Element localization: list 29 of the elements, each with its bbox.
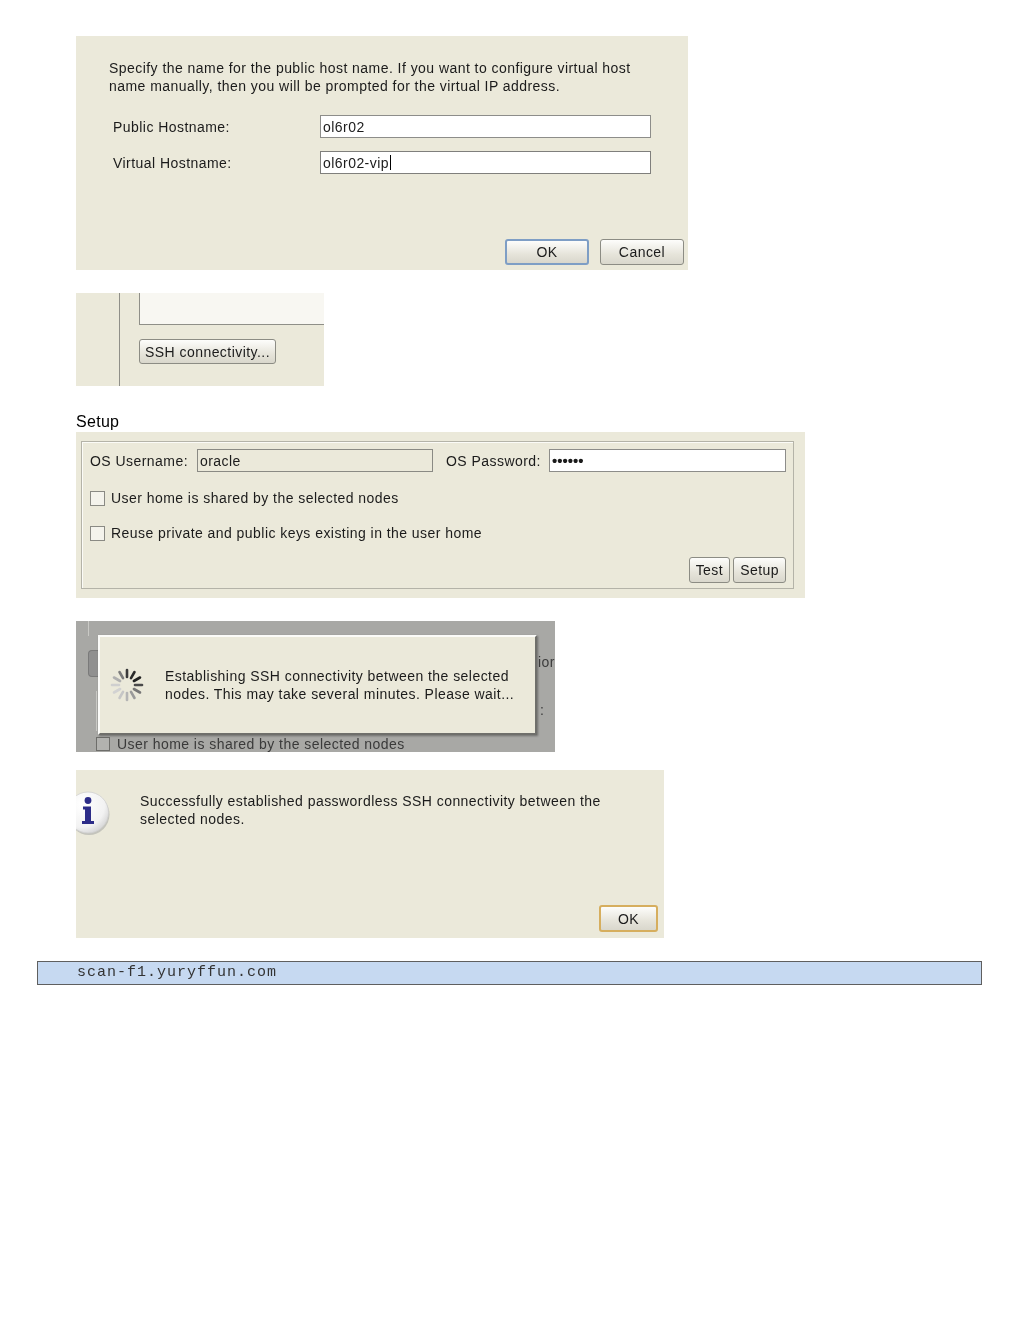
dialog-button[interactable]: Test — [688, 557, 731, 583]
dimmed-checkbox[interactable] — [96, 737, 110, 751]
dialog-message: Successfully established passwordless SSH connectivity between the selected nodes. — [140, 792, 602, 828]
spinner-icon — [109, 667, 145, 703]
ssh-connectivity-button[interactable]: SSH connectivity... — [139, 339, 276, 364]
dialog-button[interactable]: OK — [599, 905, 658, 932]
field-label: Public Hostname: — [113, 118, 231, 135]
text-cursor-icon — [390, 155, 391, 170]
field-label: OS Password: — [446, 452, 542, 469]
dialog-button[interactable]: Setup — [733, 557, 786, 583]
field-label: OS Username: — [90, 452, 189, 469]
info-icon — [76, 790, 112, 836]
password-field[interactable]: •••••• — [549, 449, 786, 472]
dialog-message: Establishing SSH connectivity between the selected nodes. This may take several minutes. Please wait... — [165, 667, 516, 703]
hostname-banner: scan-f1.yuryffun.com — [37, 961, 982, 985]
checkbox[interactable] — [90, 490, 105, 506]
checkbox[interactable] — [90, 525, 105, 541]
dialog-button[interactable]: Cancel — [600, 239, 684, 265]
text-field[interactable]: ol6r02-vip — [320, 151, 651, 174]
checkbox-label[interactable]: User home is shared by the selected nodes — [111, 490, 399, 506]
dimmed-checkbox-label: User home is shared by the selected nodes — [117, 736, 405, 752]
dialog-message: Specify the name for the public host name. If you want to configure virtual host name manually, then you will be prompted for the virtual IP address. — [109, 59, 632, 95]
checkbox-label[interactable]: Reuse private and public keys existing in the user home — [111, 525, 483, 541]
partial-label: ior — [538, 654, 555, 670]
dialog-button[interactable]: OK — [505, 239, 589, 265]
partial-label: : — [540, 702, 545, 718]
text-field[interactable]: ol6r02 — [320, 115, 651, 138]
field-label: Virtual Hostname: — [113, 154, 233, 171]
section-heading: Setup — [76, 412, 120, 432]
